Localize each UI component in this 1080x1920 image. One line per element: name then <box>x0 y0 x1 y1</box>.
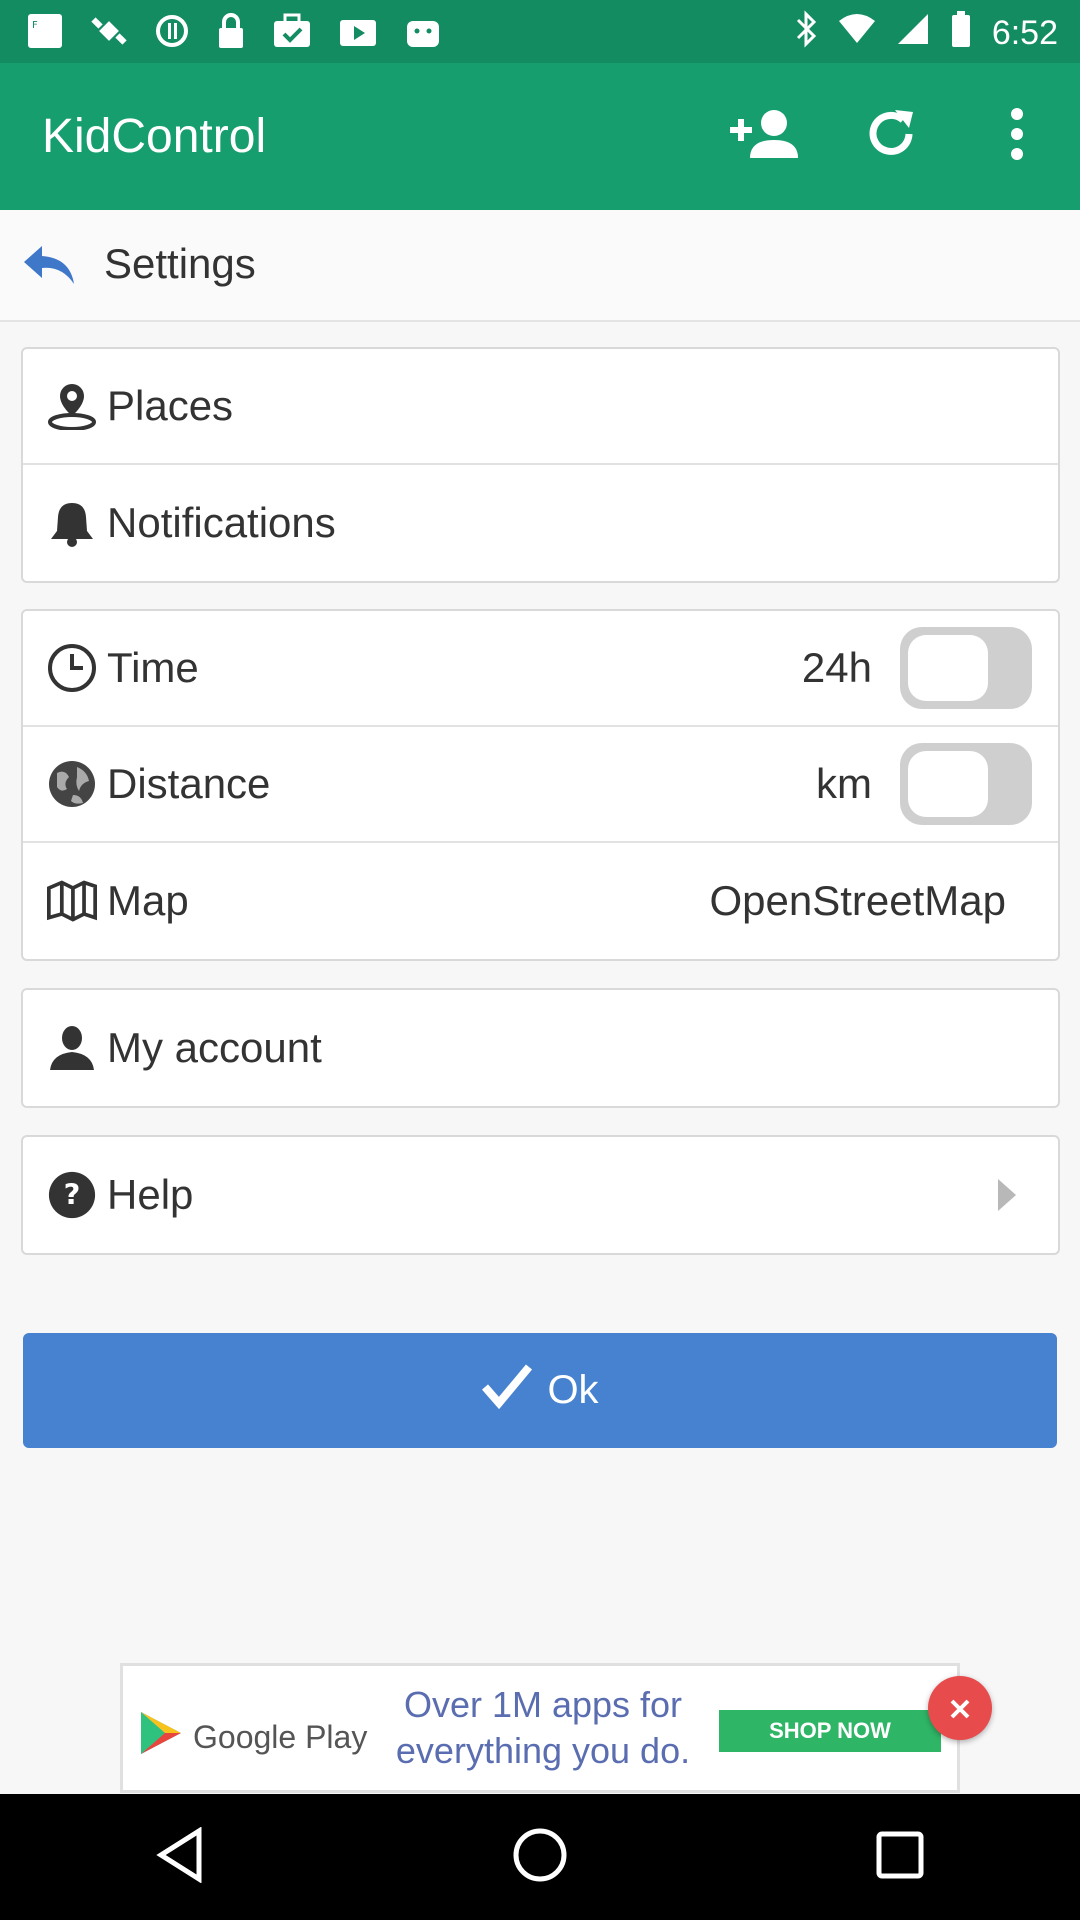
app-title: KidControl <box>42 110 267 163</box>
map-provider-value: OpenStreetMap <box>709 877 1006 924</box>
ad-brand-name: Google Play <box>193 1718 368 1755</box>
bluetooth-icon <box>794 10 818 57</box>
navigation-bar <box>0 1794 1080 1920</box>
my-account-row[interactable]: My account <box>23 990 1058 1106</box>
signal-icon <box>896 12 930 55</box>
distance-row: Distance km <box>23 727 1058 843</box>
lock-icon <box>216 12 246 59</box>
time-label: Time <box>107 644 199 691</box>
time-format-toggle[interactable] <box>900 627 1032 709</box>
fake-gps-icon: F <box>26 12 64 59</box>
more-options-button[interactable] <box>954 63 1080 210</box>
user-icon <box>47 1023 97 1073</box>
globe-icon <box>47 759 97 809</box>
toggle-knob <box>908 635 988 701</box>
toggle-knob <box>908 751 988 817</box>
nav-back-button[interactable] <box>140 1817 220 1897</box>
status-time: 6:52 <box>991 14 1058 52</box>
notifications-label: Notifications <box>107 499 336 546</box>
wifi-icon <box>838 13 876 54</box>
satellite-icon <box>90 12 128 59</box>
distance-label: Distance <box>107 760 271 807</box>
ad-text: Over 1M apps for everything you do. <box>395 1684 691 1771</box>
sync-icon <box>154 13 190 58</box>
status-notification-icons: F <box>26 12 442 59</box>
places-notifications-card: Places Notifications <box>21 347 1060 583</box>
back-button[interactable] <box>22 240 78 292</box>
play-store-icon <box>338 14 378 57</box>
reply-icon <box>22 246 78 296</box>
triangle-back-icon <box>155 1825 205 1888</box>
ad-brand: Google Play <box>139 1710 367 1764</box>
briefcase-check-icon <box>272 13 312 58</box>
account-card: My account <box>21 988 1060 1108</box>
help-row[interactable]: ? Help <box>23 1137 1058 1253</box>
page-title: Settings <box>104 240 256 287</box>
shop-now-button[interactable]: SHOP NOW <box>719 1710 941 1752</box>
refresh-button[interactable] <box>828 63 954 210</box>
settings-header: Settings <box>0 210 1080 322</box>
units-card: Time 24h Distance km Map OpenStreetMap <box>21 609 1060 961</box>
app-bar-actions <box>702 63 1080 210</box>
app-bar: KidControl <box>0 63 1080 210</box>
ok-button[interactable]: Ok <box>23 1333 1057 1448</box>
places-row[interactable]: Places <box>23 349 1058 465</box>
question-icon: ? <box>47 1170 97 1220</box>
square-recents-icon <box>875 1830 925 1885</box>
add-person-icon <box>730 108 800 165</box>
google-play-logo-icon <box>139 1710 183 1764</box>
status-bar: F 6:52 <box>0 0 1080 63</box>
refresh-icon <box>863 106 919 167</box>
notifications-row[interactable]: Notifications <box>23 465 1058 581</box>
checkmark-icon <box>481 1363 533 1419</box>
ok-label: Ok <box>547 1368 599 1412</box>
my-account-label: My account <box>107 1024 322 1071</box>
android-icon <box>404 13 442 58</box>
ad-close-button[interactable] <box>928 1676 992 1740</box>
svg-text:?: ? <box>64 1178 81 1212</box>
add-person-button[interactable] <box>702 63 828 210</box>
places-label: Places <box>107 382 234 429</box>
more-vert-icon <box>1009 106 1025 167</box>
map-icon <box>47 876 97 926</box>
map-label: Map <box>107 877 189 924</box>
time-format-value: 24h <box>801 644 872 691</box>
map-pin-icon <box>47 381 97 431</box>
nav-recents-button[interactable] <box>860 1817 940 1897</box>
ad-banner[interactable]: Google Play Over 1M apps for everything … <box>120 1663 960 1793</box>
clock-icon <box>47 643 97 693</box>
status-system-icons: 6:52 <box>794 10 1058 57</box>
distance-unit-toggle[interactable] <box>900 743 1032 825</box>
time-row: Time 24h <box>23 611 1058 727</box>
bell-icon <box>47 498 97 548</box>
chevron-right-icon <box>998 1179 1016 1211</box>
help-label: Help <box>107 1171 194 1218</box>
svg-text:F: F <box>32 20 38 31</box>
map-row[interactable]: Map OpenStreetMap <box>23 843 1058 959</box>
close-icon <box>949 1687 971 1729</box>
help-card: ? Help <box>21 1135 1060 1255</box>
nav-home-button[interactable] <box>500 1817 580 1897</box>
battery-icon <box>950 10 972 57</box>
circle-home-icon <box>512 1827 568 1888</box>
distance-unit-value: km <box>816 760 872 807</box>
